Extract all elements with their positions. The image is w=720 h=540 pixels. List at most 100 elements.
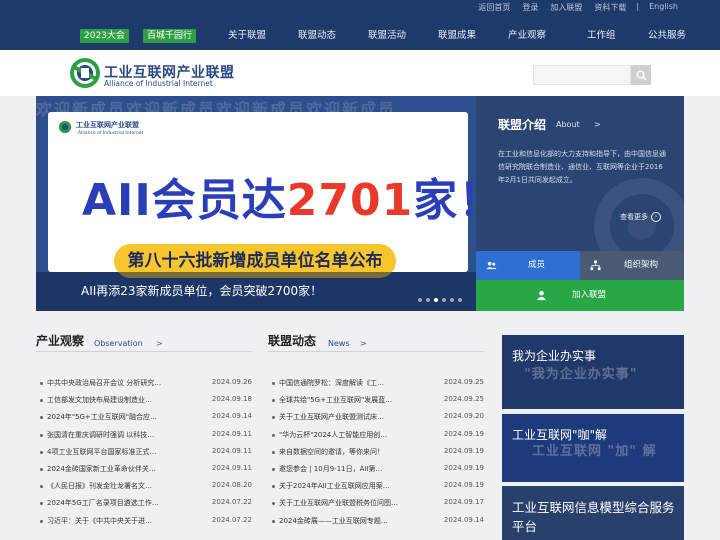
intro-more-link[interactable]: 查看更多 ›	[620, 212, 661, 222]
list-item[interactable]: 关于2024年AII工业互联网应用案… 2024.09.19	[268, 479, 484, 496]
list-item-title[interactable]: 张国清在重庆调研时强调 以科技…	[47, 430, 207, 440]
login-link[interactable]: 登录	[516, 2, 544, 13]
nav-dynamics[interactable]: 联盟动态	[298, 29, 336, 43]
hero-banner[interactable]: 欢迎新成员欢迎新成员欢迎新成员欢迎新成员 工业互联网产业联盟 Alliance …	[36, 96, 476, 311]
news-title-en: News	[328, 339, 350, 348]
promo-info-model-platform[interactable]: 工业互联网信息模型综合服务平台	[502, 486, 684, 540]
english-link[interactable]: English	[643, 2, 684, 13]
join-user-icon	[536, 290, 547, 301]
list-item[interactable]: "华为云杯"2024人工智能应用创… 2024.09.19	[268, 428, 484, 445]
list-item-title[interactable]: 关于工业互联网产业联盟税务位问图…	[279, 498, 439, 508]
list-item-title[interactable]: 中共中央政治局召开会议 分析研究…	[47, 378, 207, 388]
carousel-dots	[418, 298, 462, 302]
list-item-title[interactable]: 关于工业互联网产业联盟测试床…	[279, 412, 439, 422]
nav-workgroup[interactable]: 工作组	[587, 29, 616, 43]
join-link[interactable]: 加入联盟	[544, 2, 588, 13]
home-link[interactable]: 返回首页	[472, 2, 516, 13]
nav-badge-2023-conference[interactable]: 2023大会	[80, 29, 129, 43]
nav-badge-city-park-tour[interactable]: 百城千园行	[143, 29, 197, 43]
hero-card-logo-en: Alliance of Industrial Internet	[78, 131, 144, 136]
list-item-date: 2024.09.11	[211, 446, 252, 455]
search-button[interactable]	[631, 65, 651, 85]
nav-about[interactable]: 关于联盟	[228, 29, 266, 43]
list-item-title[interactable]: 《人民日报》刊发金壮龙署名文…	[47, 481, 207, 491]
carousel-dot[interactable]	[426, 298, 430, 302]
news-more-arrow[interactable]: >	[360, 339, 367, 348]
list-item-title[interactable]: 2024年5G工厂名录项目遴选工作…	[47, 498, 207, 508]
list-item[interactable]: 张国清在重庆调研时强调 以科技… 2024.09.11	[36, 428, 252, 445]
bullet	[272, 382, 275, 385]
carousel-dot[interactable]	[418, 298, 422, 302]
list-item-title[interactable]: 来自数据空间的邀请，等你来问！	[279, 447, 439, 457]
intro-arrow[interactable]: >	[594, 120, 601, 129]
join-alliance-button[interactable]: 加入联盟	[476, 280, 684, 311]
search-input[interactable]	[533, 65, 631, 85]
download-link[interactable]: 资料下载	[588, 2, 632, 13]
promo-enterprise-service[interactable]: 我为企业办实事 "我为企业办实事"	[502, 335, 684, 409]
list-item[interactable]: 《人民日报》刊发金壮龙署名文… 2024.08.20	[36, 479, 252, 496]
carousel-dot[interactable]	[450, 298, 454, 302]
list-item-title[interactable]: 4项工业互联网平台国家标准正式…	[47, 447, 207, 457]
list-item-date: 2024.09.25	[443, 395, 484, 404]
list-item[interactable]: 来自数据空间的邀请，等你来问！ 2024.09.19	[268, 445, 484, 462]
alliance-logo-icon[interactable]	[68, 56, 102, 90]
list-item-title[interactable]: 工信部发文加快布局建设制造业…	[47, 395, 207, 405]
bullet	[272, 467, 275, 471]
list-item-title[interactable]: 2024金砖展——工业互联网专题…	[279, 516, 439, 526]
observation-more-arrow[interactable]: >	[156, 339, 163, 348]
list-item-date: 2024.09.11	[211, 429, 252, 438]
bullet	[272, 416, 275, 420]
hero-headline-number: 2701	[286, 175, 414, 226]
list-item-date: 2024.09.19	[443, 446, 484, 455]
list-item-title[interactable]: 习近平：关于《中共中央关于进…	[47, 516, 207, 526]
org-structure-button[interactable]: 组织架构	[580, 251, 684, 280]
list-item[interactable]: 全球共绘"5G+工业互联网"发展蓝… 2024.09.25	[268, 393, 484, 410]
observation-title[interactable]: 产业观察	[36, 332, 84, 349]
list-item[interactable]: 邀您参会 | 10月9-11日，AII第… 2024.09.19	[268, 462, 484, 479]
list-item[interactable]: 中共中央政治局召开会议 分析研究… 2024.09.26	[36, 376, 252, 393]
list-item[interactable]: 中国信通院罗松：深度解读《工… 2024.09.25	[268, 376, 484, 393]
observation-header: 产业观察 Observation >	[36, 330, 252, 352]
members-label: 成员	[528, 260, 546, 270]
carousel-dot[interactable]	[442, 298, 446, 302]
list-item[interactable]: 工信部发文加快布局建设制造业… 2024.09.18	[36, 393, 252, 410]
org-chart-icon	[590, 260, 601, 271]
nav-activities[interactable]: 联盟活动	[368, 29, 406, 43]
hero-logo-icon	[58, 120, 72, 134]
list-item-title[interactable]: 2024年"5G+工业互联网"融合应…	[47, 412, 207, 422]
nav-achievements[interactable]: 联盟成果	[438, 29, 476, 43]
intro-text: 在工业和信息化部的大力支持和指导下，由中国信息通信研究院联合制造业、通信业、互联…	[498, 150, 666, 184]
list-item[interactable]: 2024年"5G+工业互联网"融合应… 2024.09.14	[36, 410, 252, 427]
list-item-title[interactable]: 中国信通院罗松：深度解读《工…	[279, 378, 439, 388]
news-section: 联盟动态 News >	[268, 330, 484, 352]
list-item[interactable]: 2024金砖展——工业互联网专题… 2024.09.14	[268, 514, 484, 531]
list-item-title[interactable]: 2024金砖国家新工业革命伙伴关…	[47, 464, 207, 474]
list-item[interactable]: 4项工业互联网平台国家标准正式… 2024.09.11	[36, 445, 252, 462]
list-item-date: 2024.07.22	[211, 515, 252, 524]
carousel-dot-active[interactable]	[434, 298, 438, 302]
list-item-date: 2024.09.18	[211, 395, 252, 404]
promo-watermark: 工业互联网 "加" 解	[532, 444, 657, 459]
list-item-title[interactable]: 邀您参会 | 10月9-11日，AII第…	[279, 464, 439, 474]
nav-public-service[interactable]: 公共服务	[648, 29, 686, 43]
org-label: 组织架构	[624, 260, 659, 270]
promo-industrial-explained[interactable]: 工业互联网"咖"解 工业互联网 "加" 解	[502, 414, 684, 482]
list-item[interactable]: 关于工业互联网产业联盟测试床… 2024.09.20	[268, 410, 484, 427]
members-button[interactable]: 成员	[476, 251, 580, 280]
list-item-title[interactable]: "华为云杯"2024人工智能应用创…	[279, 430, 439, 440]
hero-caption[interactable]: AII再添23家新成员单位，会员突破2700家！	[81, 282, 322, 299]
list-item-title[interactable]: 全球共绘"5G+工业互联网"发展蓝…	[279, 395, 439, 405]
top-navigation-bar: 返回首页 登录 加入联盟 资料下载 | English 2023大会 百城千园行…	[0, 0, 720, 50]
nav-observation[interactable]: 产业观察	[508, 29, 546, 43]
bullet	[272, 485, 275, 489]
list-item[interactable]: 关于工业互联网产业联盟税务位问图… 2024.09.17	[268, 496, 484, 513]
list-item[interactable]: 2024年5G工厂名录项目遴选工作… 2024.07.22	[36, 496, 252, 513]
list-item-title[interactable]: 关于2024年AII工业互联网应用案…	[279, 481, 439, 491]
promo-title: 我为企业办实事	[512, 349, 597, 363]
carousel-dot[interactable]	[458, 298, 462, 302]
bullet	[40, 467, 43, 471]
list-item[interactable]: 习近平：关于《中共中央关于进… 2024.07.22	[36, 514, 252, 531]
promo-title: 工业互联网信息模型综合服务平台	[512, 500, 675, 534]
list-item[interactable]: 2024金砖国家新工业革命伙伴关… 2024.09.11	[36, 462, 252, 479]
news-title[interactable]: 联盟动态	[268, 332, 316, 349]
